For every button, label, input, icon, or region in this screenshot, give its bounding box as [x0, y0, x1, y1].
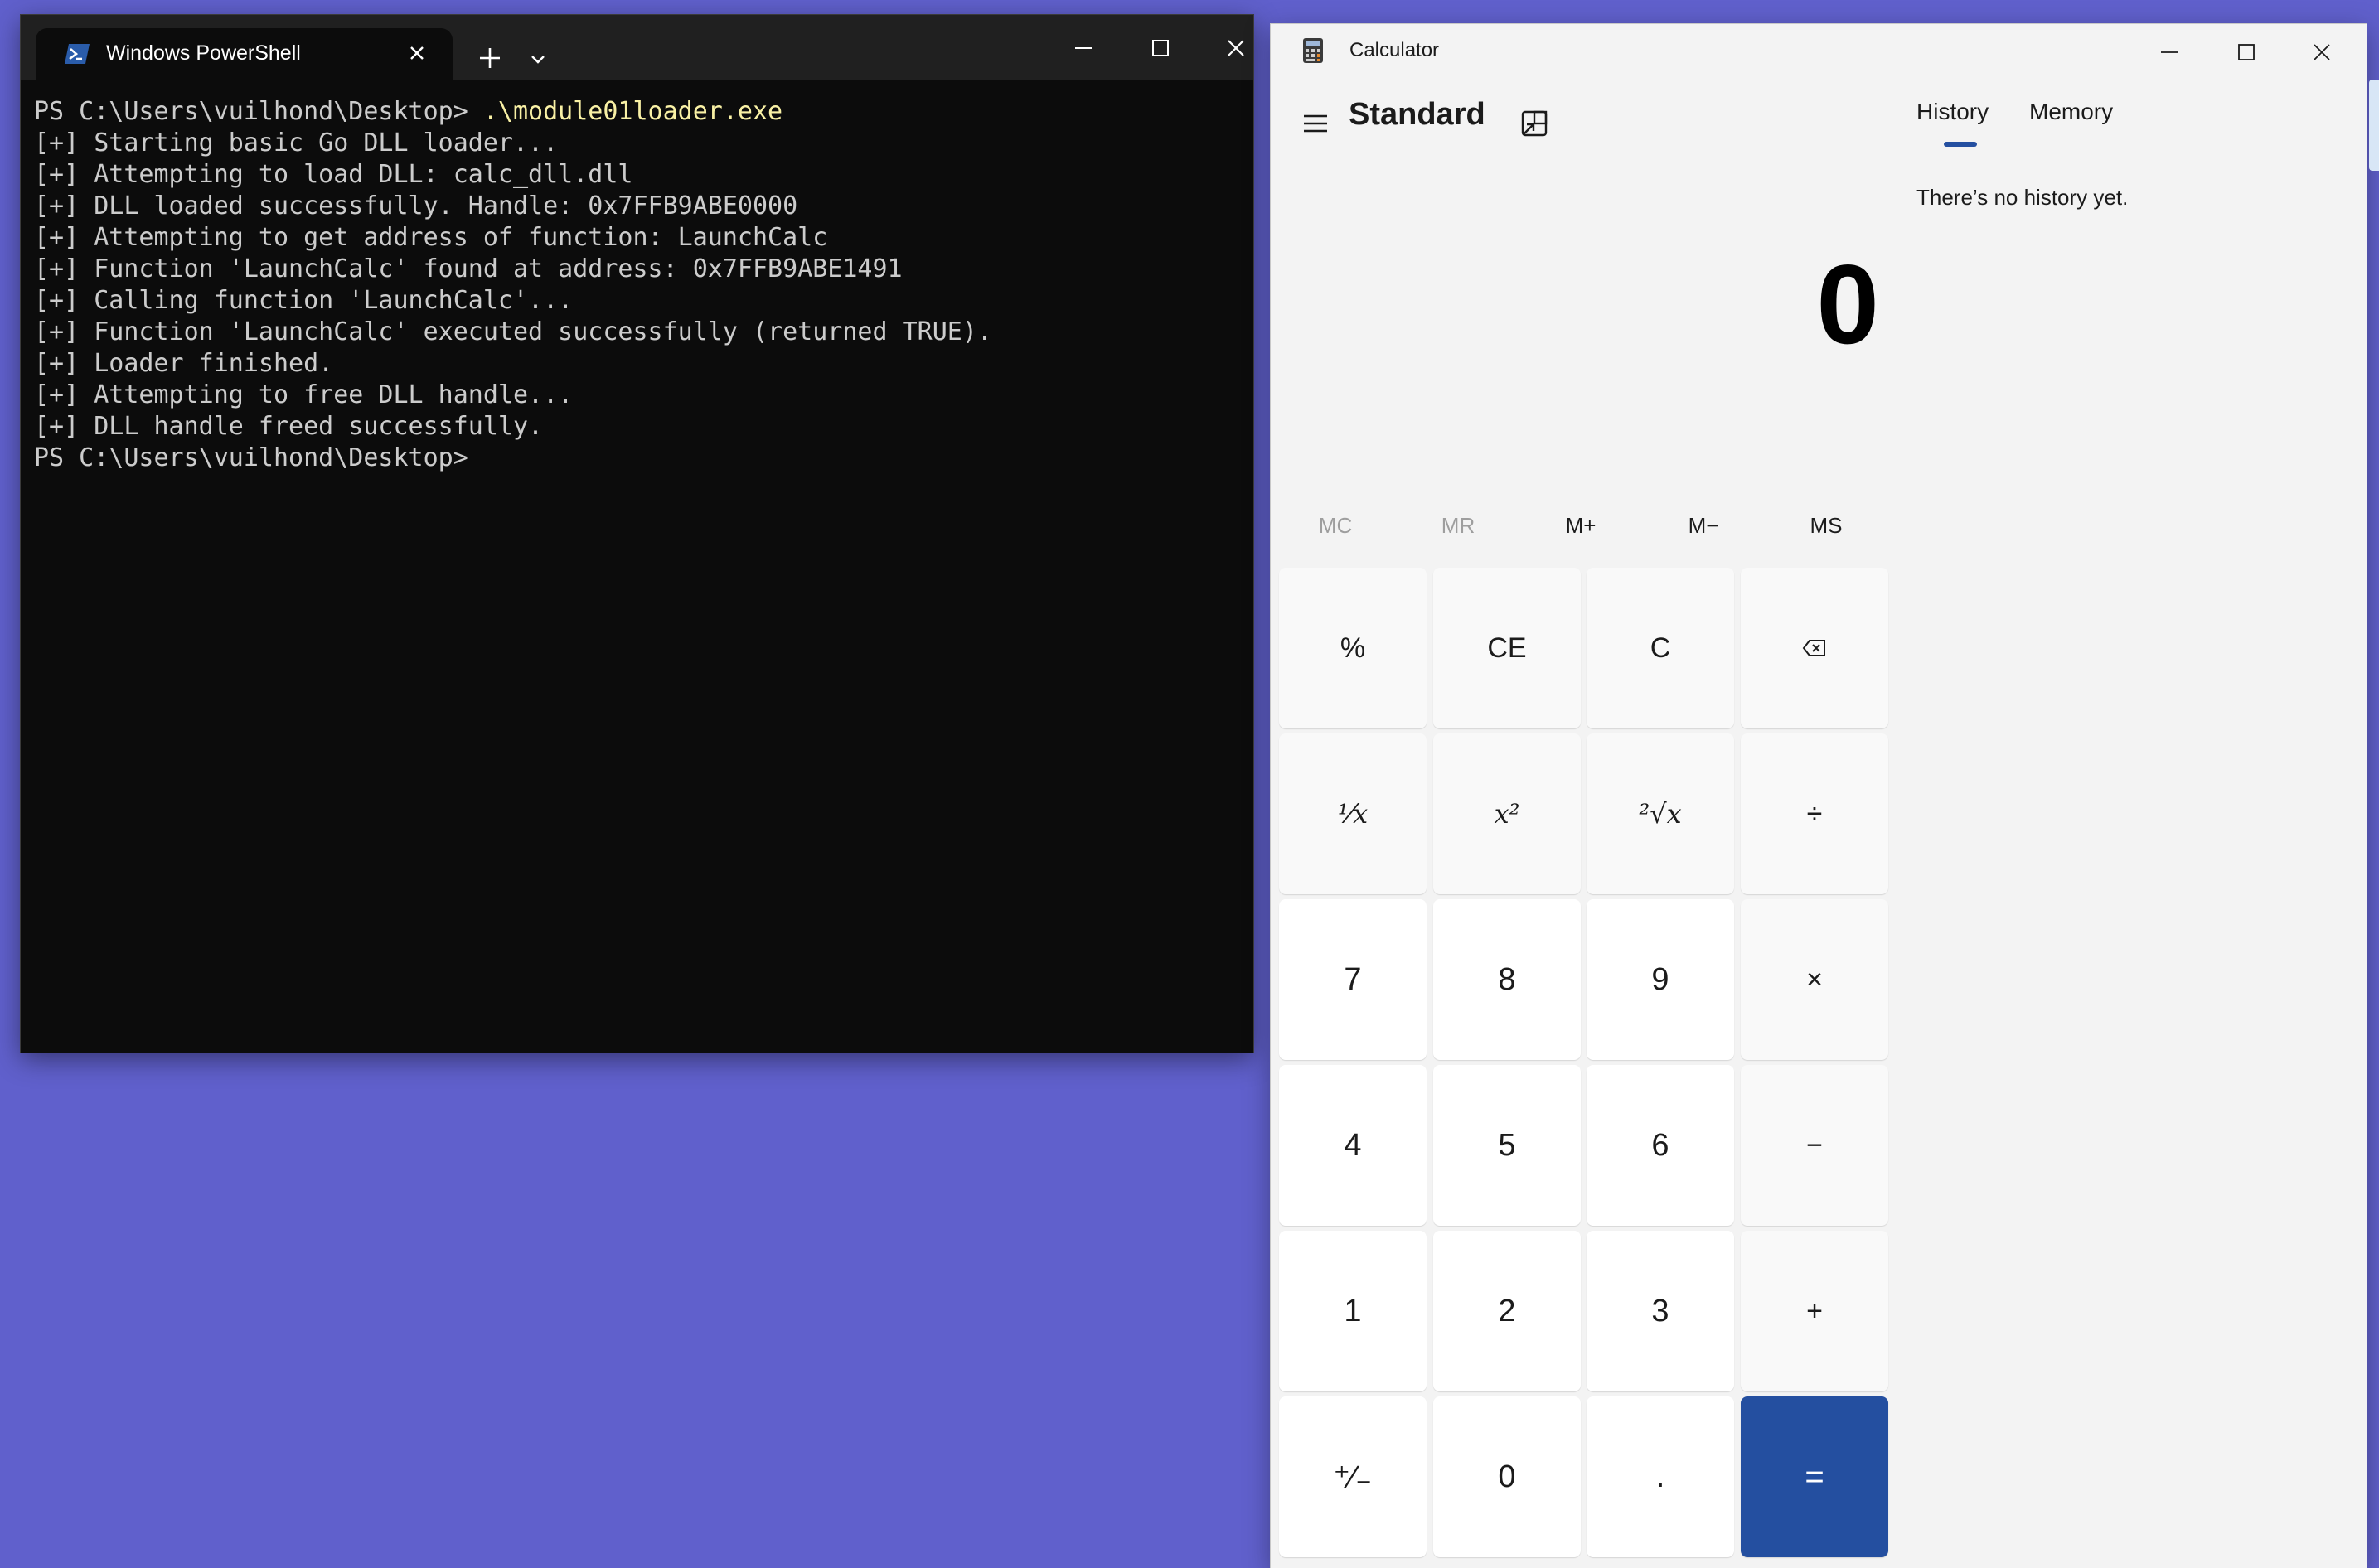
equals-button[interactable]: = — [1741, 1396, 1888, 1557]
terminal-line: [+] Loader finished. — [34, 349, 334, 378]
hamburger-menu-icon[interactable] — [1296, 104, 1335, 143]
backspace-icon — [1802, 640, 1825, 656]
tab-history[interactable]: History — [1916, 99, 1989, 125]
terminal-titlebar[interactable]: Windows PowerShell — [21, 15, 1253, 80]
subtract-button[interactable]: − — [1741, 1065, 1888, 1226]
calculator-title: Calculator — [1349, 39, 1440, 61]
calculator-app-icon — [1303, 38, 1323, 63]
terminal-tab[interactable]: Windows PowerShell — [36, 28, 453, 80]
digit-2-button[interactable]: 2 — [1433, 1231, 1581, 1391]
terminal-line: [+] Attempting to get address of functio… — [34, 223, 828, 252]
digit-3-button[interactable]: 3 — [1587, 1231, 1734, 1391]
terminal-line: [+] DLL loaded successfully. Handle: 0x7… — [34, 191, 798, 220]
digit-6-button[interactable]: 6 — [1587, 1065, 1734, 1226]
terminal-line: [+] DLL handle freed successfully. — [34, 412, 544, 441]
percent-button[interactable]: % — [1279, 568, 1427, 728]
minimize-icon[interactable] — [1062, 31, 1105, 65]
maximize-icon[interactable] — [1138, 31, 1181, 65]
calculator-display: 0 — [1816, 241, 1879, 367]
memory-recall-button[interactable]: MR — [1398, 495, 1519, 556]
calc-close-icon[interactable] — [2300, 36, 2343, 69]
terminal-line: [+] Function 'LaunchCalc' executed succe… — [34, 317, 992, 346]
terminal-prompt-line: PS C:\Users\vuilhond\Desktop> — [34, 443, 468, 472]
square-button[interactable]: x² — [1433, 733, 1581, 894]
calc-minimize-icon[interactable] — [2148, 36, 2191, 69]
tab-memory[interactable]: Memory — [2029, 99, 2113, 125]
square-root-button[interactable]: ²√x — [1587, 733, 1734, 894]
terminal-output[interactable]: PS C:\Users\vuilhond\Desktop> .\module01… — [34, 96, 1228, 1041]
digit-4-button[interactable]: 4 — [1279, 1065, 1427, 1226]
terminal-line: PS C:\Users\vuilhond\Desktop> .\module01… — [34, 97, 783, 126]
tab-dropdown-chevron-icon[interactable] — [521, 43, 555, 76]
terminal-line: [+] Attempting to free DLL handle... — [34, 380, 574, 409]
calc-maximize-icon[interactable] — [2224, 36, 2267, 69]
active-tab-indicator — [1944, 142, 1977, 147]
powershell-icon — [65, 44, 90, 64]
calculator-window[interactable]: Calculator Standard 0 MC MR M+ M− MS % C… — [1271, 24, 2367, 1568]
new-tab-plus-icon[interactable] — [470, 38, 510, 78]
digit-1-button[interactable]: 1 — [1279, 1231, 1427, 1391]
memory-subtract-button[interactable]: M− — [1643, 495, 1764, 556]
decimal-button[interactable]: . — [1587, 1396, 1734, 1557]
clear-entry-button[interactable]: CE — [1433, 568, 1581, 728]
multiply-button[interactable]: × — [1741, 899, 1888, 1060]
terminal-line: [+] Calling function 'LaunchCalc'... — [34, 286, 574, 315]
digit-0-button[interactable]: 0 — [1433, 1396, 1581, 1557]
digit-7-button[interactable]: 7 — [1279, 899, 1427, 1060]
memory-store-button[interactable]: MS — [1766, 495, 1887, 556]
terminal-command: .\module01loader.exe — [482, 97, 783, 126]
tab-close-icon[interactable] — [400, 36, 434, 70]
divide-button[interactable]: ÷ — [1741, 733, 1888, 894]
terminal-line: [+] Attempting to load DLL: calc_dll.dll — [34, 160, 633, 189]
clear-button[interactable]: C — [1587, 568, 1734, 728]
close-icon[interactable] — [1214, 31, 1257, 65]
calculator-mode-title: Standard — [1349, 97, 1485, 132]
digit-8-button[interactable]: 8 — [1433, 899, 1581, 1060]
history-empty-message: There’s no history yet. — [1916, 185, 2129, 210]
digit-9-button[interactable]: 9 — [1587, 899, 1734, 1060]
terminal-tab-title: Windows PowerShell — [106, 41, 301, 65]
terminal-line: [+] Function 'LaunchCalc' found at addre… — [34, 254, 903, 283]
add-button[interactable]: + — [1741, 1231, 1888, 1391]
powershell-window[interactable]: Windows PowerShell PS C:\Users\vuilhond\… — [21, 15, 1253, 1053]
memory-add-button[interactable]: M+ — [1520, 495, 1641, 556]
digit-5-button[interactable]: 5 — [1433, 1065, 1581, 1226]
memory-clear-button[interactable]: MC — [1275, 495, 1396, 556]
negate-button[interactable]: ⁺⁄₋ — [1279, 1396, 1427, 1557]
reciprocal-button[interactable]: ¹⁄x — [1279, 733, 1427, 894]
desktop-icon-edge[interactable] — [2369, 80, 2379, 171]
terminal-line: [+] Starting basic Go DLL loader... — [34, 128, 559, 157]
keep-on-top-icon[interactable] — [1513, 102, 1556, 145]
backspace-button[interactable] — [1741, 568, 1888, 728]
